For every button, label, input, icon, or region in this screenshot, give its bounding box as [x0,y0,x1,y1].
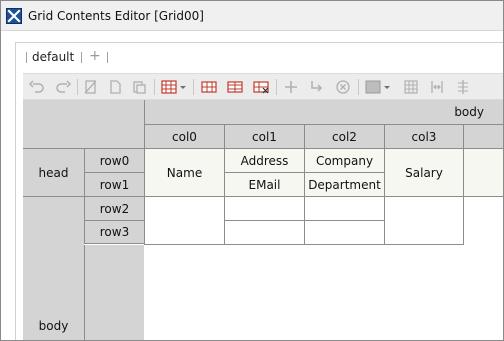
band-body-header[interactable]: body [144,100,503,124]
toolbar-separator [276,79,277,95]
title-bar: Grid Contents Editor [Grid00] [1,1,503,31]
head-row-filler [464,148,503,196]
row-header-row2[interactable]: row2 [84,196,144,220]
add-tab-button[interactable]: + [89,48,101,64]
row-header-row3[interactable]: row3 [84,220,144,244]
cell-company[interactable]: Company [304,148,384,172]
cell-address[interactable]: Address [224,148,304,172]
row-header-filler [84,245,144,340]
undo-icon[interactable] [28,78,46,96]
tab-separator [26,52,27,63]
delete-cells-icon[interactable] [252,78,270,96]
cell-name[interactable]: Name [144,148,224,196]
remove-icon[interactable] [334,78,352,96]
table-icon[interactable] [402,78,420,96]
toolbar-separator [77,79,78,95]
row-header-row0[interactable]: row0 [84,148,144,172]
body-cell-col2-row2[interactable] [304,196,384,220]
column-menu-icon[interactable] [160,78,188,96]
insert-column-icon[interactable] [200,78,218,96]
column-header-col0[interactable]: col0 [144,124,224,148]
cell-email[interactable]: EMail [224,172,304,196]
column-header-col1[interactable]: col1 [224,124,304,148]
column-header-col2[interactable]: col2 [304,124,384,148]
band-head-label[interactable]: head [23,148,84,196]
app-icon [6,8,22,24]
split-icon[interactable] [428,78,446,96]
body-row-divider [464,196,503,197]
tab-separator [107,52,108,63]
tab-bar: default + [16,43,503,71]
column-header-col3[interactable]: col3 [384,124,464,148]
insert-row-icon[interactable] [226,78,244,96]
add-icon[interactable] [282,78,300,96]
body-cell-col1-row3[interactable] [224,220,304,245]
grid-layout: body col0 col1 col2 col3 head row0 row1 … [23,100,503,340]
body-cell-col3[interactable] [384,196,464,245]
toolbar-separator [193,79,194,95]
cell-department[interactable]: Department [304,172,384,196]
grid-contents-editor-window: Grid Contents Editor [Grid00] default + [0,0,504,341]
body-cell-col2-row3[interactable] [304,220,384,245]
body-cell-col0[interactable] [144,196,224,245]
paste-icon[interactable] [130,78,148,96]
redo-icon[interactable] [54,78,72,96]
toolbar-separator [358,79,359,95]
window-title: Grid Contents Editor [Grid00] [28,9,204,23]
editor-content: default + body col0 col1 col2 col3 head … [15,42,503,340]
body-cell-col1-row2[interactable] [224,196,304,220]
toolbar [23,73,503,100]
toolbar-separator [154,79,155,95]
column-header-filler [464,124,503,148]
cell-salary[interactable]: Salary [384,148,464,196]
format-menu-icon[interactable] [364,78,392,96]
cut-icon[interactable] [82,78,100,96]
band-body-label[interactable]: body [23,196,84,340]
tab-separator [81,52,82,63]
align-icon[interactable] [454,78,472,96]
tab-default[interactable]: default [32,50,74,64]
move-icon[interactable] [308,78,326,96]
copy-icon[interactable] [106,78,124,96]
row-header-row1[interactable]: row1 [84,172,144,196]
